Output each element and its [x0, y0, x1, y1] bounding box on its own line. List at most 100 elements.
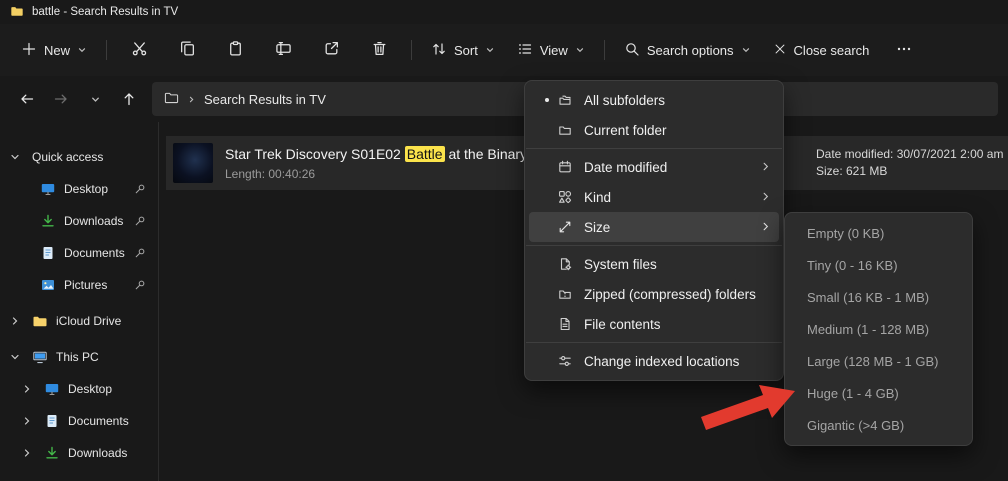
address-bar: Search Results in TV	[0, 76, 1008, 122]
command-bar: New Sort View Search options Close searc…	[0, 24, 1008, 76]
icloud-folder-icon	[32, 313, 56, 329]
submenu-item-medium[interactable]: Medium (1 - 128 MB)	[789, 313, 968, 345]
sidebar-label: iCloud Drive	[56, 314, 121, 328]
sidebar-label: Pictures	[64, 278, 107, 292]
search-options-menu: All subfolders Current folder Date modif…	[524, 80, 784, 381]
window-title: battle - Search Results in TV	[32, 6, 178, 18]
sidebar-item-desktop[interactable]: Desktop	[0, 175, 158, 203]
system-file-gear-icon	[557, 256, 584, 272]
view-button[interactable]: View	[506, 33, 596, 67]
breadcrumb-path: Search Results in TV	[204, 92, 326, 107]
cut-button[interactable]	[119, 33, 159, 67]
search-term-highlight: Battle	[405, 146, 445, 162]
zipped-folder-icon	[557, 286, 584, 302]
sidebar-label: Documents	[64, 246, 125, 260]
sidebar-label: Documents	[68, 414, 129, 428]
sidebar-item-pc-desktop[interactable]: Desktop	[0, 375, 158, 403]
sort-button[interactable]: Sort	[420, 33, 506, 67]
search-options-button[interactable]: Search options	[613, 33, 762, 67]
sidebar-item-icloud-drive[interactable]: iCloud Drive	[0, 307, 158, 335]
sidebar-item-pc-documents[interactable]: Documents	[0, 407, 158, 435]
menu-separator	[526, 342, 782, 343]
trash-icon	[371, 40, 388, 60]
size-resize-icon	[557, 219, 584, 235]
submenu-item-large[interactable]: Large (128 MB - 1 GB)	[789, 345, 968, 377]
search-icon	[624, 41, 640, 60]
copy-button[interactable]	[167, 33, 207, 67]
submenu-item-gigantic[interactable]: Gigantic (>4 GB)	[789, 409, 968, 441]
more-options-button[interactable]	[884, 33, 924, 67]
chevron-down-icon	[741, 43, 751, 58]
share-icon	[323, 40, 340, 60]
ellipsis-icon	[896, 41, 912, 60]
menu-item-change-indexed-locations[interactable]: Change indexed locations	[529, 346, 779, 376]
window-folder-icon	[10, 4, 24, 21]
separator	[411, 40, 412, 60]
arrow-up-icon	[121, 91, 137, 107]
menu-item-file-contents[interactable]: File contents	[529, 309, 779, 339]
search-options-label: Search options	[647, 43, 734, 58]
forward-button[interactable]	[44, 83, 78, 115]
sidebar-item-pc-downloads[interactable]: Downloads	[0, 439, 158, 467]
pin-icon	[134, 279, 146, 294]
close-search-button[interactable]: Close search	[762, 33, 881, 67]
submenu-item-empty[interactable]: Empty (0 KB)	[789, 217, 968, 249]
sidebar-item-this-pc[interactable]: This PC	[0, 343, 158, 371]
sidebar-label: Downloads	[68, 446, 127, 460]
chevron-down-icon[interactable]	[10, 352, 32, 362]
arrow-left-icon	[19, 91, 35, 107]
result-title: Star Trek Discovery S01E02 Battle at the…	[225, 146, 527, 162]
result-details: Date modified: 30/07/2021 2:00 am Size: …	[816, 146, 1003, 180]
this-pc-icon	[32, 349, 56, 365]
chevron-right-icon[interactable]	[10, 316, 32, 326]
delete-button[interactable]	[359, 33, 399, 67]
menu-item-kind[interactable]: Kind	[529, 182, 779, 212]
sidebar-item-quick-access[interactable]: Quick access	[0, 143, 158, 171]
chevron-down-icon	[90, 94, 101, 105]
share-button[interactable]	[311, 33, 351, 67]
pin-icon	[134, 247, 146, 262]
submenu-chevron-icon	[760, 220, 771, 235]
menu-item-system-files[interactable]: System files	[529, 249, 779, 279]
file-contents-icon	[557, 316, 584, 332]
result-size: Size: 621 MB	[816, 163, 1003, 180]
submenu-item-small[interactable]: Small (16 KB - 1 MB)	[789, 281, 968, 313]
desktop-icon	[40, 181, 64, 197]
submenu-item-tiny[interactable]: Tiny (0 - 16 KB)	[789, 249, 968, 281]
menu-item-current-folder[interactable]: Current folder	[529, 115, 779, 145]
subfolders-icon	[557, 92, 584, 108]
chevron-right-icon[interactable]	[22, 384, 44, 394]
annotation-arrow	[688, 376, 800, 438]
sidebar-item-documents[interactable]: Documents	[0, 239, 158, 267]
menu-item-size[interactable]: Size	[529, 212, 779, 242]
separator	[604, 40, 605, 60]
chevron-right-icon[interactable]	[22, 448, 44, 458]
sidebar-label: This PC	[56, 350, 99, 364]
chevron-down-icon[interactable]	[10, 152, 32, 162]
paste-button[interactable]	[215, 33, 255, 67]
indexed-locations-icon	[557, 353, 584, 369]
chevron-right-icon[interactable]	[22, 416, 44, 426]
sidebar-label: Quick access	[32, 150, 103, 164]
rename-button[interactable]	[263, 33, 303, 67]
back-button[interactable]	[10, 83, 44, 115]
menu-item-date-modified[interactable]: Date modified	[529, 152, 779, 182]
menu-item-zipped-folders[interactable]: Zipped (compressed) folders	[529, 279, 779, 309]
list-view-icon	[517, 41, 533, 60]
recent-locations-button[interactable]	[78, 83, 112, 115]
submenu-item-huge[interactable]: Huge (1 - 4 GB)	[789, 377, 968, 409]
submenu-chevron-icon	[760, 190, 771, 205]
folder-icon	[557, 122, 584, 138]
sidebar-item-downloads[interactable]: Downloads	[0, 207, 158, 235]
up-button[interactable]	[112, 83, 146, 115]
separator	[106, 40, 107, 60]
sidebar-label: Downloads	[64, 214, 123, 228]
pin-icon	[134, 183, 146, 198]
chevron-down-icon	[77, 43, 87, 58]
new-button[interactable]: New	[10, 33, 98, 67]
close-icon	[773, 42, 787, 59]
menu-item-all-subfolders[interactable]: All subfolders	[529, 85, 779, 115]
copy-icon	[179, 40, 196, 60]
file-explorer-window: { "window": { "title": "battle - Search …	[0, 0, 1008, 481]
sidebar-item-pictures[interactable]: Pictures	[0, 271, 158, 299]
